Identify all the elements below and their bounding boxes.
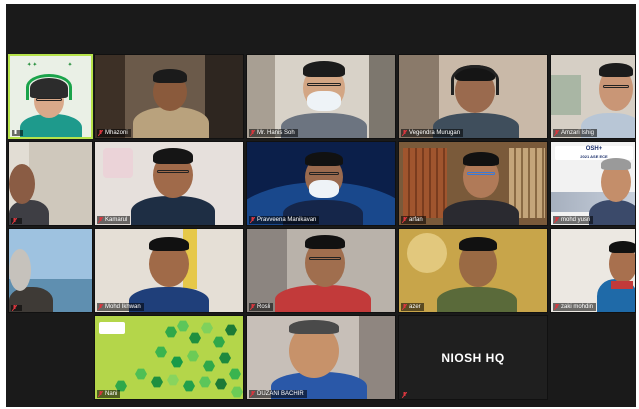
organization-logo-right: ✦ (67, 62, 73, 68)
muted-microphone-icon (250, 130, 255, 136)
participant-name: mohd yusri (553, 216, 594, 224)
muted-microphone-icon (250, 217, 255, 223)
muted-microphone-icon (402, 130, 407, 136)
muted-microphone-icon (12, 218, 17, 224)
participant-name: zaki mohdin (553, 303, 597, 311)
video-tile[interactable]: Mohd Ikhwan (94, 228, 244, 313)
video-tile[interactable] (8, 141, 93, 226)
muted-microphone-icon (250, 391, 255, 397)
participant-name: azer (401, 303, 424, 311)
participant-name (401, 392, 412, 398)
video-tile[interactable]: Nani (94, 315, 244, 400)
participant-name: Rosli (249, 303, 274, 311)
participant-name: Pravveena Manikavan (249, 216, 320, 224)
headset-icon (26, 74, 72, 100)
muted-microphone-icon (98, 130, 103, 136)
participant-name: Mohd Ikhwan (97, 303, 144, 311)
video-tile[interactable]: azer (398, 228, 548, 313)
muted-microphone-icon (98, 391, 103, 397)
participant-name (12, 130, 23, 136)
video-tile[interactable]: Mhazoni (94, 54, 244, 139)
participant-name: DUZANI BACHIR (249, 390, 307, 398)
muted-microphone-icon (402, 217, 407, 223)
participant-name: Mhazoni (97, 129, 131, 137)
muted-microphone-icon (98, 304, 103, 310)
video-tile[interactable] (8, 228, 93, 313)
participant-name: Nani (97, 390, 121, 398)
muted-microphone-icon (554, 304, 559, 310)
participant-name (11, 305, 22, 311)
participant-name: Vegendra Murugan (401, 129, 464, 137)
muted-microphone-icon (402, 392, 407, 398)
participant-name: Kamarul (97, 216, 131, 224)
muted-microphone-icon (554, 217, 559, 223)
organization-logo: ✦ ✦ (27, 62, 37, 68)
participant-name: Amzari Ishig (553, 129, 598, 137)
video-tile[interactable]: Pravveena Manikavan (246, 141, 396, 226)
video-tile[interactable]: Amzari Ishig (550, 54, 636, 139)
participant-name: arfan (401, 216, 426, 224)
meeting-gallery-view: ✦ ✦ ✦ Mhazoni Mr. Hanis Soh Vegendra Mur… (6, 4, 636, 407)
video-tile[interactable]: ✦ ✦ ✦ (8, 54, 93, 139)
video-tile[interactable]: Vegendra Murugan (398, 54, 548, 139)
video-tile[interactable]: zaki mohdin (550, 228, 636, 313)
muted-microphone-icon (250, 304, 255, 310)
host-display-name: NIOSH HQ (441, 350, 505, 365)
video-tile[interactable]: Rosli (246, 228, 396, 313)
host-video-tile[interactable]: NIOSH HQ (398, 315, 548, 400)
video-tile[interactable]: DUZANI BACHIR (246, 315, 396, 400)
video-tile[interactable]: Mr. Hanis Soh (246, 54, 396, 139)
muted-microphone-icon (98, 217, 103, 223)
microphone-icon (13, 130, 18, 136)
muted-microphone-icon (402, 304, 407, 310)
participant-name (11, 218, 22, 224)
video-tile[interactable]: arfan (398, 141, 548, 226)
participant-name: Mr. Hanis Soh (249, 129, 298, 137)
muted-microphone-icon (554, 130, 559, 136)
organization-logo (99, 322, 125, 334)
muted-microphone-icon (12, 305, 17, 311)
video-tile[interactable]: OSH+ 2021 ASE ECE mohd yusri (550, 141, 636, 226)
video-tile[interactable]: Kamarul (94, 141, 244, 226)
